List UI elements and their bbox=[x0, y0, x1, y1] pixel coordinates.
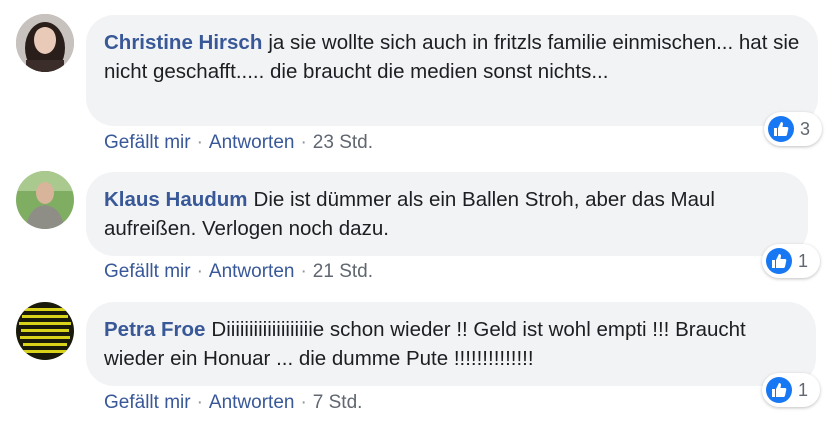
comment-bubble: Petra Froe Diiiiiiiiiiiiiiiiiiie schon wi… bbox=[86, 302, 816, 386]
comment-author[interactable]: Christine Hirsch bbox=[104, 31, 262, 54]
reaction-badge[interactable]: 1 bbox=[762, 373, 820, 407]
comment-actions: Gefällt mir · Antworten · 21 Std. bbox=[104, 261, 373, 283]
avatar-klaus-haudum[interactable] bbox=[16, 171, 74, 229]
comment-time[interactable]: 23 Std. bbox=[313, 132, 373, 153]
separator-dot: · bbox=[196, 392, 203, 413]
reaction-badge[interactable]: 1 bbox=[762, 244, 820, 278]
like-link[interactable]: Gefällt mir bbox=[104, 132, 191, 153]
separator-dot: · bbox=[300, 132, 307, 153]
reaction-count: 1 bbox=[798, 250, 809, 271]
separator-dot: · bbox=[300, 261, 307, 282]
separator-dot: · bbox=[196, 261, 203, 282]
reaction-count: 3 bbox=[800, 118, 811, 139]
separator-dot: · bbox=[300, 392, 307, 413]
reaction-count: 1 bbox=[798, 379, 809, 400]
like-link[interactable]: Gefällt mir bbox=[104, 261, 191, 282]
reply-link[interactable]: Antworten bbox=[209, 392, 295, 413]
comment-time[interactable]: 21 Std. bbox=[313, 261, 373, 282]
comment-bubble: Klaus Haudum Die ist dümmer als ein Balle… bbox=[86, 172, 808, 256]
comment-time[interactable]: 7 Std. bbox=[313, 392, 363, 413]
avatar-petra-froe[interactable] bbox=[16, 302, 74, 360]
comment-author[interactable]: Petra Froe bbox=[104, 318, 205, 341]
avatar-christine-hirsch[interactable] bbox=[16, 14, 74, 72]
reply-link[interactable]: Antworten bbox=[209, 132, 295, 153]
comment-bubble: Christine Hirsch ja sie wollte sich auch … bbox=[86, 15, 818, 126]
comment-author[interactable]: Klaus Haudum bbox=[104, 188, 248, 211]
comment-actions: Gefällt mir · Antworten · 7 Std. bbox=[104, 392, 362, 414]
like-link[interactable]: Gefällt mir bbox=[104, 392, 191, 413]
thumbs-up-icon bbox=[766, 377, 792, 403]
thumbs-up-icon bbox=[766, 248, 792, 274]
thumbs-up-icon bbox=[768, 116, 794, 142]
separator-dot: · bbox=[196, 132, 203, 153]
comment-actions: Gefällt mir · Antworten · 23 Std. bbox=[104, 132, 373, 154]
reaction-badge[interactable]: 3 bbox=[764, 112, 822, 146]
reply-link[interactable]: Antworten bbox=[209, 261, 295, 282]
